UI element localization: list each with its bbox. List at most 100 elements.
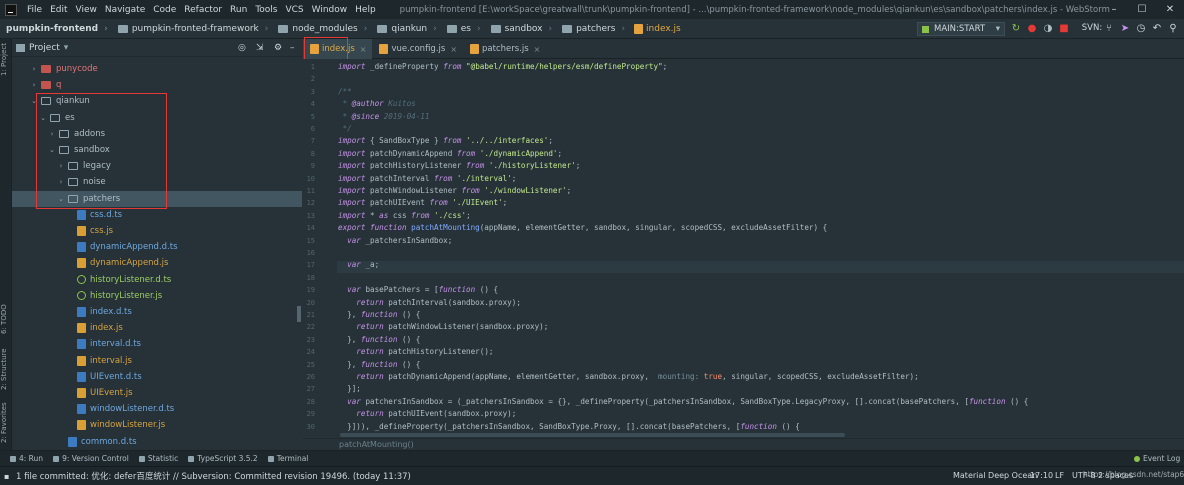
horizontal-scrollbar[interactable] — [340, 433, 845, 437]
tree-item-punycode[interactable]: › punycode — [12, 61, 302, 77]
breadcrumb-item[interactable]: pumpkin-frontend › — [0, 24, 114, 34]
tool-window-statistic[interactable]: Statistic — [138, 454, 178, 463]
debug-icon[interactable]: ● — [1027, 23, 1037, 34]
close-window-icon[interactable]: ✕ — [1156, 0, 1184, 19]
code-token: from — [443, 136, 462, 146]
theme-indicator[interactable]: Material Deep Ocean — [953, 466, 1037, 485]
tree-item-uievent-js[interactable]: UIEvent.js — [12, 385, 302, 401]
line-number: 10 — [306, 174, 315, 183]
code-line: }])), _defineProperty(_patchersInSandbox… — [338, 421, 800, 433]
tree-item-css-js[interactable]: css.js — [12, 223, 302, 239]
project-title[interactable]: Project — [29, 43, 60, 53]
code-line: return patchHistoryListener(); — [338, 346, 493, 358]
tool-window-typescript-3-5-2[interactable]: TypeScript 3.5.2 — [188, 454, 258, 463]
tree-item-index-js[interactable]: index.js — [12, 320, 302, 336]
menu-item-view[interactable]: View — [72, 5, 101, 15]
search-icon[interactable]: ⚲ — [1168, 23, 1178, 34]
history-icon[interactable]: ◷ — [1136, 23, 1146, 34]
tool-window-terminal[interactable]: Terminal — [267, 454, 308, 463]
code-token: export function — [338, 223, 407, 233]
menu-item-file[interactable]: File — [23, 5, 46, 15]
tab-patchers-js[interactable]: patchers.js × — [463, 39, 546, 59]
menu-item-navigate[interactable]: Navigate — [101, 5, 149, 15]
svn-update-icon[interactable]: ⑂ — [1104, 23, 1114, 34]
tool-window-structure[interactable]: 2: Structure — [0, 347, 12, 391]
run-coverage-icon[interactable]: ◑ — [1043, 23, 1053, 34]
chevron-down-icon[interactable]: ▾ — [64, 43, 69, 53]
code-token: * — [338, 111, 352, 121]
menu-item-run[interactable]: Run — [226, 5, 251, 15]
menu-item-code[interactable]: Code — [149, 5, 180, 15]
line-number: 1 — [310, 63, 315, 71]
tree-item-q[interactable]: › q — [12, 77, 302, 93]
caret-position[interactable]: 17:10 — [1030, 466, 1053, 485]
menu-item-tools[interactable]: Tools — [251, 5, 281, 15]
revert-icon[interactable]: ↶ — [1152, 23, 1162, 34]
event-log-button[interactable]: Event Log — [1134, 454, 1180, 463]
code-token: patchInterval(sandbox.proxy); — [383, 297, 521, 307]
stop-icon[interactable]: ■ — [1059, 23, 1069, 34]
tool-icon — [188, 455, 195, 462]
menu-item-help[interactable]: Help — [351, 5, 380, 15]
chevron-right-icon: › — [476, 23, 481, 34]
chevron-right-icon[interactable]: › — [30, 81, 38, 89]
close-tab-icon[interactable]: × — [360, 45, 367, 54]
settings-gear-icon[interactable]: ⚙ — [274, 43, 282, 53]
build-icon[interactable]: ↻ — [1011, 23, 1021, 34]
breadcrumb-item[interactable]: node_modules › — [274, 24, 373, 34]
tree-item-common-d-ts[interactable]: common.d.ts — [12, 434, 302, 450]
tree-item-dynamicappend-d-ts[interactable]: dynamicAppend.d.ts — [12, 239, 302, 255]
menu-item-vcs[interactable]: VCS — [281, 5, 307, 15]
code-token: }, — [338, 334, 361, 344]
tool-window-project[interactable]: 1: Project — [0, 41, 12, 79]
tool-window-4-run[interactable]: 4: Run — [10, 454, 43, 463]
code-token: _a; — [360, 260, 380, 270]
code-token: import — [338, 62, 366, 71]
status-toggle-icon[interactable]: ▪ — [4, 472, 9, 481]
tree-item-historylistener-js[interactable]: historyListener.js — [12, 288, 302, 304]
tree-item-historylistener-d-ts[interactable]: historyListener.d.ts — [12, 272, 302, 288]
hide-panel-icon[interactable]: – — [290, 43, 295, 53]
tree-item-interval-js[interactable]: interval.js — [12, 353, 302, 369]
maximize-icon[interactable]: ☐ — [1128, 0, 1156, 19]
line-number: 21 — [306, 311, 315, 319]
tree-item-windowlistener-js[interactable]: windowListener.js — [12, 417, 302, 433]
breadcrumb-item[interactable]: index.js — [631, 23, 681, 34]
tree-item-index-d-ts[interactable]: index.d.ts — [12, 304, 302, 320]
breadcrumb-item[interactable]: sandbox › — [487, 24, 559, 34]
breadcrumb-item[interactable]: qiankun › — [373, 24, 442, 34]
code-token: from — [411, 210, 430, 220]
locate-icon[interactable]: ◎ — [238, 43, 246, 53]
menu-item-edit[interactable]: Edit — [46, 5, 71, 15]
breadcrumb-item[interactable]: patchers › — [558, 24, 631, 34]
code-token: basePatchers = [ — [360, 285, 439, 295]
tree-item-uievent-d-ts[interactable]: UIEvent.d.ts — [12, 369, 302, 385]
tab-vue-config-js[interactable]: vue.config.js × — [372, 39, 463, 59]
tree-item-windowlistener-d-ts[interactable]: windowListener.d.ts — [12, 401, 302, 417]
chevron-right-icon[interactable]: › — [30, 65, 38, 73]
line-number: 8 — [310, 149, 315, 158]
tool-window-todo[interactable]: 6: TODO — [0, 301, 12, 337]
line-separator[interactable]: LF — [1055, 466, 1064, 485]
run-config-select[interactable]: MAIN:START ▾ — [917, 22, 1005, 36]
collapse-all-icon[interactable]: ⇲ — [256, 43, 264, 53]
menu-item-refactor[interactable]: Refactor — [180, 5, 226, 15]
status-message[interactable]: 1 file committed: 优化: defer百度统计 // Subve… — [16, 470, 411, 482]
tool-window-favorites[interactable]: 2: Favorites — [0, 401, 12, 445]
minimize-icon[interactable]: – — [1100, 0, 1128, 19]
svn-commit-icon[interactable]: ➤ — [1120, 23, 1130, 34]
close-tab-icon[interactable]: × — [534, 45, 541, 54]
breadcrumb-item[interactable]: pumpkin-fronted-framework › — [114, 24, 275, 34]
tree-scrollbar[interactable] — [297, 306, 301, 322]
code-editor[interactable]: 1 2 3 4 5 6 7 8 9 10 11 12 13 14 15 16 17 18 19 20 21 22 23 24 2… — [303, 59, 1184, 438]
tool-window-9-version-control[interactable]: 9: Version Control — [53, 454, 129, 463]
close-tab-icon[interactable]: × — [450, 45, 457, 54]
tree-item-css-d-ts[interactable]: css.d.ts — [12, 207, 302, 223]
tree-item-interval-d-ts[interactable]: interval.d.ts — [12, 336, 302, 352]
breadcrumb-item[interactable]: es › — [443, 24, 487, 34]
menu-item-window[interactable]: Window — [308, 5, 352, 15]
editor-breadcrumb[interactable]: patchAtMounting() — [303, 438, 1184, 450]
bottom-tool-bar: 4: Run 9: Version Control Statistic TypeScr… — [0, 450, 1184, 466]
tree-item-dynamicappend-js[interactable]: dynamicAppend.js — [12, 255, 302, 271]
